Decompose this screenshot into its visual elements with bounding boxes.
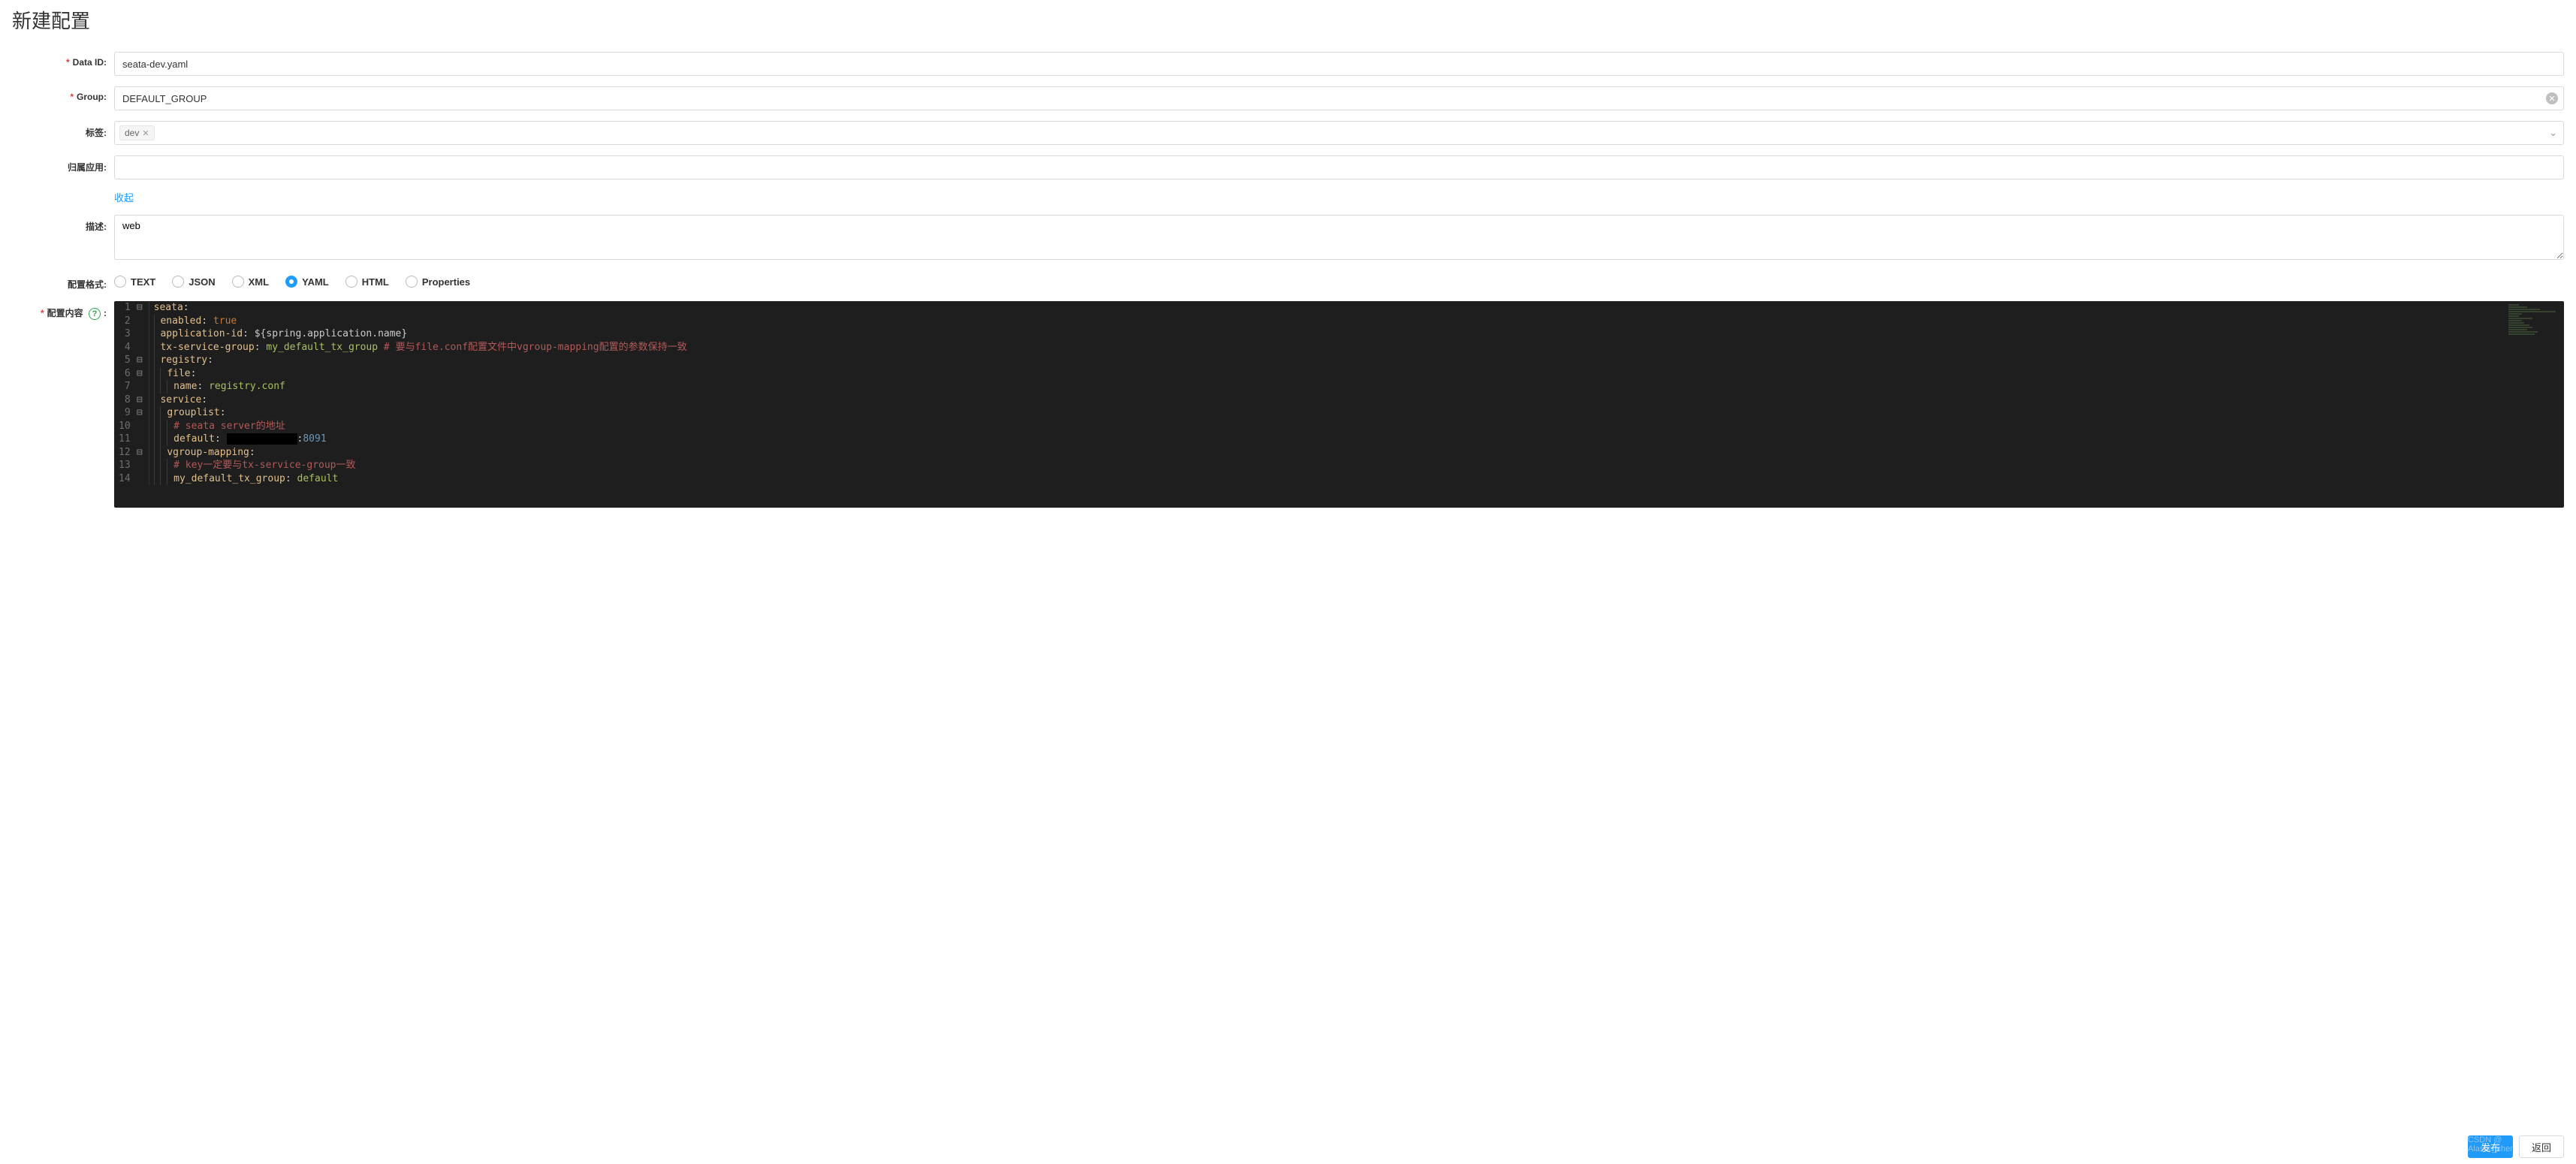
label-content: *配置内容 ?: (12, 301, 114, 320)
format-radio-yaml[interactable]: YAML (285, 276, 329, 288)
format-radio-json[interactable]: JSON (172, 276, 215, 288)
group-input[interactable] (114, 86, 2564, 110)
tag-item: dev ✕ (119, 125, 155, 140)
collapse-link[interactable]: 收起 (114, 192, 134, 204)
app-input[interactable] (114, 155, 2564, 179)
format-radio-properties[interactable]: Properties (406, 276, 470, 288)
format-radio-group: TEXT JSON XML YAML HTML Properties (114, 273, 2564, 288)
code-editor[interactable]: 1⊟2345⊟6⊟78⊟9⊟101112⊟1314 seata: enabled… (114, 301, 2564, 508)
chevron-down-icon: ⌄ (2549, 127, 2557, 139)
label-tags: 标签: (12, 121, 114, 139)
label-description: 描述: (12, 215, 114, 233)
tags-select[interactable]: dev ✕ ⌄ (114, 121, 2564, 145)
format-radio-xml[interactable]: XML (232, 276, 269, 288)
description-textarea[interactable]: web (114, 215, 2564, 260)
minimap (2508, 304, 2561, 342)
label-data-id: *Data ID: (12, 52, 114, 68)
clear-icon[interactable]: ✕ (2546, 92, 2558, 104)
tag-remove-icon[interactable]: ✕ (142, 128, 149, 138)
label-format: 配置格式: (12, 273, 114, 291)
data-id-input[interactable] (114, 52, 2564, 76)
format-radio-text[interactable]: TEXT (114, 276, 155, 288)
format-radio-html[interactable]: HTML (345, 276, 389, 288)
label-group: *Group: (12, 86, 114, 102)
label-app: 归属应用: (12, 155, 114, 173)
watermark: CSDN @ Alascc_chen (2468, 1135, 2534, 1153)
page-title: 新建配置 (12, 6, 2564, 34)
help-icon[interactable]: ? (89, 308, 101, 320)
